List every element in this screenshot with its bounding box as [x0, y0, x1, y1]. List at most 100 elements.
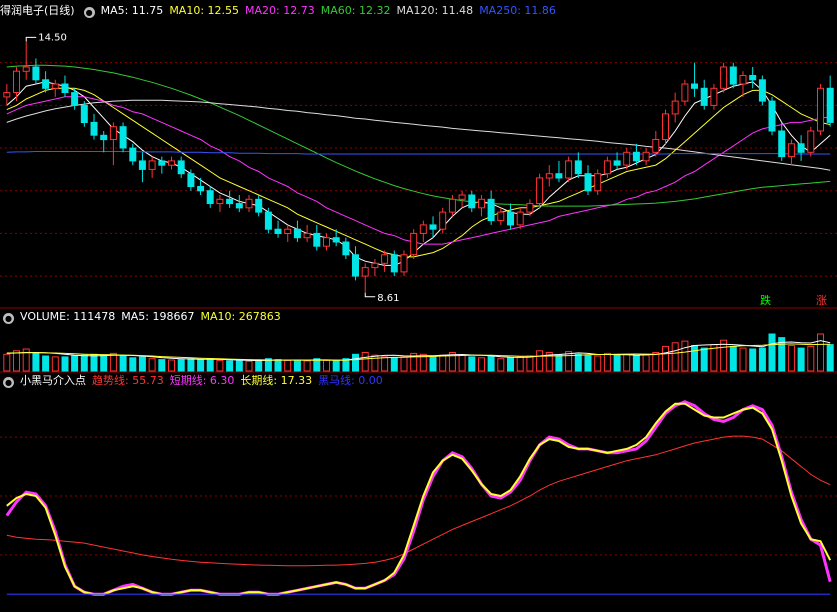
candle-body-4: [42, 79, 50, 89]
volume-bar-15: [148, 358, 156, 372]
stock-title: 得润电子(日线): [0, 4, 75, 17]
volume-bar-40: [390, 357, 398, 372]
volume-bar-28: [274, 359, 282, 372]
volume-bar-78: [758, 347, 766, 372]
volume-bar-58: [565, 351, 573, 372]
volume-bar-70: [681, 340, 689, 372]
indicator-toggle-icon[interactable]: ●: [3, 377, 14, 388]
candle-body-11: [109, 126, 117, 140]
volume-bar-76: [739, 347, 747, 372]
candle-body-25: [245, 198, 253, 209]
volume-bar-19: [187, 358, 195, 372]
indicator-lines: [5, 400, 832, 596]
candle-body-53: [516, 211, 524, 226]
candle-body-69: [671, 100, 679, 115]
candle-body-66: [642, 151, 650, 162]
candle-body-51: [497, 211, 505, 222]
volume-bar-81: [787, 345, 795, 372]
volume-bar-30: [293, 359, 301, 372]
indicator-legend-item-2: 短期线: 6.30: [169, 374, 235, 387]
candle-body-84: [817, 87, 824, 132]
candle-body-58: [565, 160, 573, 179]
candle-body-70: [681, 83, 689, 102]
volume-bar-44: [429, 355, 437, 372]
volume-header: ● VOLUME: 111478 MA5: 198667 MA10: 267863: [0, 309, 293, 325]
candle-body-50: [487, 198, 495, 222]
volume-bar-14: [138, 356, 146, 372]
candle-body-21: [206, 190, 214, 204]
volume-bar-39: [381, 356, 389, 372]
candle-body-36: [352, 254, 359, 277]
candle-body-85: [826, 87, 834, 123]
volume-bar-38: [371, 354, 379, 372]
volume-bar-4: [42, 355, 50, 372]
volume-bar-31: [303, 360, 311, 372]
candle-body-22: [216, 198, 224, 205]
volume-toggle-icon[interactable]: ●: [3, 313, 14, 324]
volume-bar-71: [691, 345, 698, 372]
candle-body-63: [613, 160, 621, 166]
volume-bar-77: [749, 348, 757, 372]
annotations: 14.50 8.61 跌 涨: [38, 32, 827, 307]
candle-body-16: [158, 160, 166, 166]
die-label: 跌: [760, 293, 771, 307]
volume-bar-84: [817, 333, 824, 372]
volume-bar-51: [497, 358, 505, 372]
candle-body-17: [168, 160, 175, 166]
indicator-short-line: [5, 400, 832, 596]
candle-body-48: [468, 194, 476, 209]
volume-bar-48: [468, 356, 476, 372]
candle-body-82: [797, 143, 805, 153]
candle-body-27: [264, 211, 272, 230]
volume-bar-49: [478, 357, 485, 372]
candle-body-34: [332, 237, 340, 243]
candle-body-59: [574, 160, 582, 175]
volume-bar-47: [458, 354, 466, 372]
volume-bar-9: [90, 353, 98, 372]
candle-body-12: [119, 126, 127, 149]
candle-body-52: [507, 211, 514, 226]
volume-bar-36: [352, 353, 359, 372]
volume-bar-62: [603, 352, 611, 372]
volume-bar-8: [80, 354, 88, 372]
volume-legend: VOLUME: 111478 MA5: 198667 MA10: 267863: [20, 310, 287, 323]
ma-legend-item-2: MA20: 12.73: [245, 4, 315, 17]
candle-body-13: [129, 147, 137, 162]
low-pointer: [364, 292, 376, 298]
candle-body-76: [739, 75, 747, 85]
volume-bar-16: [158, 359, 166, 372]
volume-bars: [3, 333, 834, 372]
volume-bar-41: [400, 356, 408, 372]
volume-bar-61: [594, 355, 602, 372]
candle-body-62: [603, 160, 611, 175]
volume-bar-65: [632, 355, 640, 372]
volume-bar-0: [3, 353, 11, 372]
candle-body-67: [652, 139, 660, 153]
candle-body-38: [371, 262, 379, 269]
volume-bar-66: [642, 354, 650, 372]
volume-bar-5: [51, 356, 59, 372]
candle-body-8: [80, 104, 88, 124]
candle-body-55: [536, 177, 544, 204]
volume-bar-67: [652, 352, 660, 372]
volume-bar-50: [487, 355, 495, 372]
volume-bar-79: [768, 333, 776, 372]
settings-toggle-icon[interactable]: ●: [83, 7, 95, 18]
candle-body-31: [303, 232, 311, 239]
volume-bar-24: [235, 359, 243, 372]
candle-body-68: [662, 113, 669, 141]
volume-legend-item-2: MA10: 267863: [200, 310, 281, 323]
indicator-legend-item-3: 长期线: 17.33: [240, 374, 313, 387]
candle-body-74: [720, 66, 728, 89]
candle-body-75: [729, 66, 737, 85]
candle-body-30: [293, 228, 301, 239]
volume-bar-55: [536, 350, 544, 372]
volume-bar-10: [100, 354, 108, 372]
volume-bar-6: [61, 356, 69, 372]
volume-bar-34: [332, 360, 340, 372]
volume-bar-83: [807, 345, 815, 372]
volume-bar-69: [671, 342, 679, 372]
price-header: 得润电子(日线) ● MA5: 11.75 MA10: 12.55 MA20: 12.7…: [0, 3, 568, 19]
indicator-trend-line: [6, 435, 831, 567]
candle-body-47: [458, 194, 466, 200]
